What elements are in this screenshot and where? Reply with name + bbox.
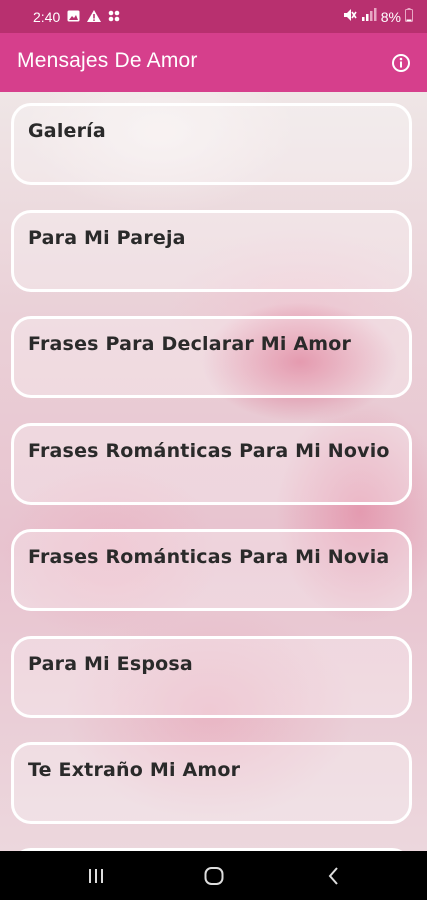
status-bar: 2:40 8% xyxy=(0,0,427,33)
home-icon[interactable] xyxy=(203,865,225,887)
grid-icon xyxy=(108,9,120,25)
alert-icon xyxy=(87,9,102,25)
menu-item-frases-novia[interactable]: Frases Románticas Para Mi Novia xyxy=(11,529,412,611)
info-icon[interactable] xyxy=(391,53,411,73)
menu-item-para-mi-pareja[interactable]: Para Mi Pareja xyxy=(11,210,412,292)
menu-item-label: Te Extraño Mi Amor xyxy=(28,759,241,781)
signal-icon xyxy=(361,8,377,25)
back-icon[interactable] xyxy=(323,865,345,887)
status-right: 8% xyxy=(343,8,413,25)
recents-icon[interactable] xyxy=(85,865,107,887)
app-bar: Mensajes De Amor xyxy=(0,33,427,92)
menu-item-te-extrano[interactable]: Te Extraño Mi Amor xyxy=(11,742,412,824)
app-title: Mensajes De Amor xyxy=(17,49,198,72)
menu-item-label: Frases Para Declarar Mi Amor xyxy=(28,333,352,355)
nav-bar xyxy=(0,851,427,900)
menu-item-label: Galería xyxy=(28,120,106,142)
menu-item-label: Para Mi Esposa xyxy=(28,653,193,675)
menu-item-label: Frases Románticas Para Mi Novio xyxy=(28,440,390,462)
image-icon xyxy=(67,9,80,25)
status-time: 2:40 xyxy=(33,8,61,25)
menu-item-frases-declarar[interactable]: Frases Para Declarar Mi Amor xyxy=(11,316,412,398)
status-left: 2:40 xyxy=(0,9,120,25)
menu-list: Galería Para Mi Pareja Frases Para Decla… xyxy=(0,92,427,851)
menu-item-label: Frases Románticas Para Mi Novia xyxy=(28,546,390,568)
battery-icon xyxy=(405,8,413,25)
menu-item-para-mi-esposa[interactable]: Para Mi Esposa xyxy=(11,636,412,718)
mute-icon xyxy=(343,8,357,25)
menu-item-galeria[interactable]: Galería xyxy=(11,103,412,185)
menu-item-label: Para Mi Pareja xyxy=(28,227,186,249)
menu-item-frases-novio[interactable]: Frases Románticas Para Mi Novio xyxy=(11,423,412,505)
battery-text: 8% xyxy=(380,8,401,25)
